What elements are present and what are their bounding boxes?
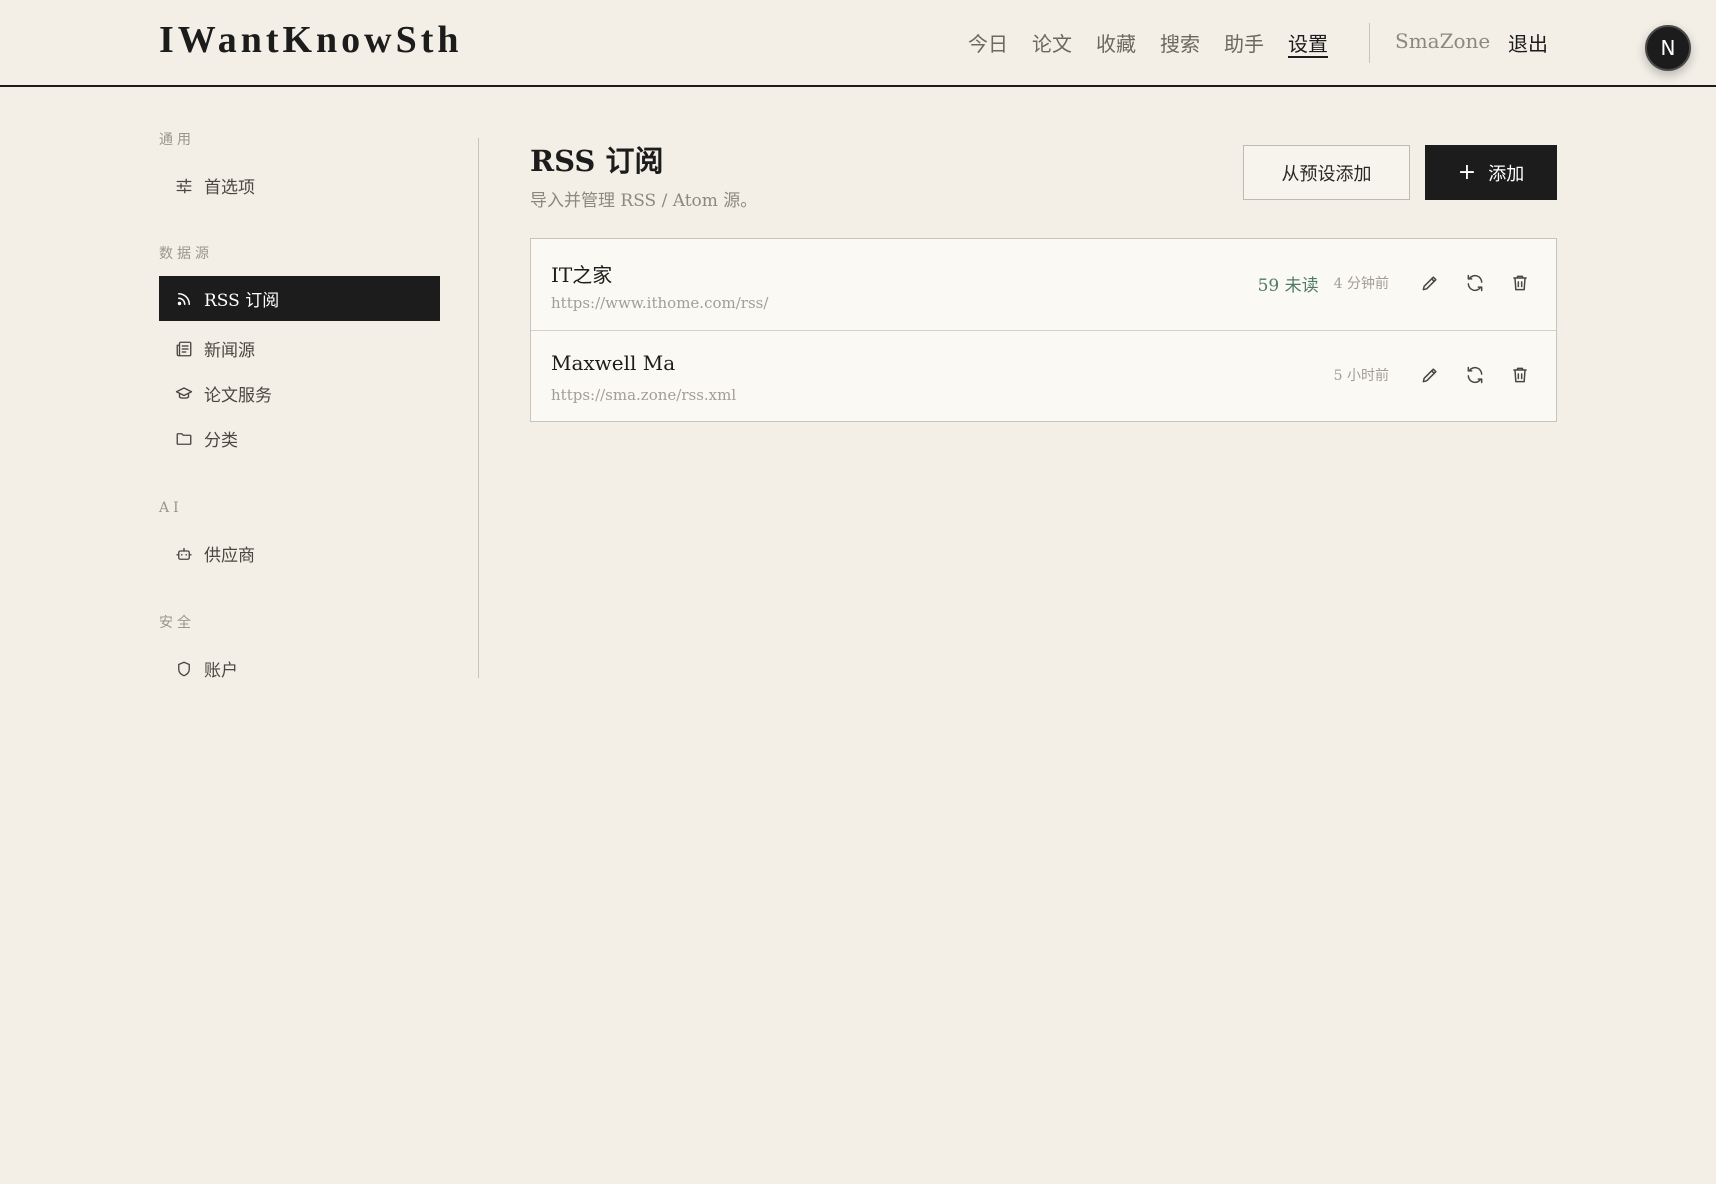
graduation-cap-icon bbox=[174, 384, 194, 404]
newspaper-icon bbox=[174, 339, 194, 359]
section-label-security: 安全 bbox=[159, 615, 195, 631]
top-nav: 今日 论文 收藏 搜索 助手 设置 bbox=[968, 28, 1352, 57]
section-label-datasources: 数据源 bbox=[159, 246, 213, 262]
sidebar-item-label: 账户 bbox=[204, 661, 238, 681]
shield-icon bbox=[174, 659, 194, 679]
settings-sidebar: 通用 首选项 数据源 RSS 订阅 新闻源 论文服务 分类 AI 供应商 安全 … bbox=[159, 130, 440, 691]
settings-page: IWantKnowSth 今日 论文 收藏 搜索 助手 设置 SmaZone 退… bbox=[0, 0, 1716, 1184]
feed-row[interactable]: Maxwell Ma https://sma.zone/rss.xml 5 小时… bbox=[531, 330, 1556, 421]
sidebar-item-label: 分类 bbox=[204, 431, 238, 451]
sidebar-item-papers[interactable]: 论文服务 bbox=[159, 371, 440, 416]
button-label: 添加 bbox=[1488, 163, 1525, 185]
trash-icon[interactable] bbox=[1504, 267, 1536, 299]
unread-count: 59 未读 bbox=[1257, 275, 1319, 296]
add-from-preset-button[interactable]: 从预设添加 bbox=[1243, 145, 1410, 200]
sidebar-item-label: 新闻源 bbox=[204, 341, 255, 361]
last-updated: 5 小时前 bbox=[1333, 368, 1389, 384]
feed-meta: 5 小时前 bbox=[1319, 359, 1536, 391]
feed-name: IT之家 bbox=[551, 263, 613, 287]
nav-today[interactable]: 今日 bbox=[968, 28, 1008, 57]
sidebar-item-rss[interactable]: RSS 订阅 bbox=[159, 276, 440, 321]
nav-divider bbox=[1369, 23, 1370, 63]
sidebar-item-label: RSS 订阅 bbox=[204, 291, 280, 311]
sidebar-item-label: 供应商 bbox=[204, 546, 255, 566]
button-label: 从预设添加 bbox=[1281, 163, 1372, 185]
feed-meta: 59 未读 4 分钟前 bbox=[1258, 267, 1536, 299]
feed-row[interactable]: IT之家 https://www.ithome.com/rss/ 59 未读 4… bbox=[531, 239, 1556, 330]
sidebar-item-label: 首选项 bbox=[204, 178, 255, 198]
current-user: SmaZone bbox=[1395, 29, 1491, 53]
page-title: RSS 订阅 bbox=[530, 144, 664, 178]
feed-url: https://sma.zone/rss.xml bbox=[551, 386, 737, 404]
last-updated: 4 分钟前 bbox=[1333, 276, 1389, 292]
pencil-icon[interactable] bbox=[1414, 359, 1446, 391]
rss-icon bbox=[174, 289, 194, 309]
bot-icon bbox=[174, 544, 194, 564]
pencil-icon[interactable] bbox=[1414, 267, 1446, 299]
sliders-icon bbox=[174, 176, 194, 196]
sidebar-item-news[interactable]: 新闻源 bbox=[159, 326, 440, 371]
trash-icon[interactable] bbox=[1504, 359, 1536, 391]
page-subtitle: 导入并管理 RSS / Atom 源。 bbox=[530, 191, 758, 211]
section-label-ai: AI bbox=[159, 500, 183, 516]
add-feed-button[interactable]: + 添加 bbox=[1425, 145, 1557, 200]
folder-icon bbox=[174, 429, 194, 449]
sidebar-item-label: 论文服务 bbox=[204, 386, 272, 406]
feed-name: Maxwell Ma bbox=[551, 351, 676, 375]
refresh-icon[interactable] bbox=[1459, 359, 1491, 391]
sidebar-item-categories[interactable]: 分类 bbox=[159, 416, 440, 461]
nav-settings[interactable]: 设置 bbox=[1288, 28, 1328, 57]
sidebar-item-preferences[interactable]: 首选项 bbox=[159, 163, 440, 208]
top-header: IWantKnowSth 今日 论文 收藏 搜索 助手 设置 SmaZone 退… bbox=[0, 0, 1716, 87]
plus-icon: + bbox=[1457, 159, 1477, 185]
nav-assistant[interactable]: 助手 bbox=[1224, 28, 1264, 57]
sidebar-item-providers[interactable]: 供应商 bbox=[159, 531, 440, 576]
avatar[interactable]: N bbox=[1645, 25, 1691, 71]
app-logo[interactable]: IWantKnowSth bbox=[159, 18, 463, 62]
nav-search[interactable]: 搜索 bbox=[1160, 28, 1200, 57]
section-label-general: 通用 bbox=[159, 132, 195, 148]
logout-link[interactable]: 退出 bbox=[1508, 28, 1548, 57]
sidebar-divider bbox=[478, 138, 479, 678]
nav-favorites[interactable]: 收藏 bbox=[1096, 28, 1136, 57]
nav-papers[interactable]: 论文 bbox=[1032, 28, 1072, 57]
refresh-icon[interactable] bbox=[1459, 267, 1491, 299]
feed-list: IT之家 https://www.ithome.com/rss/ 59 未读 4… bbox=[530, 238, 1557, 422]
feed-url: https://www.ithome.com/rss/ bbox=[551, 294, 769, 312]
sidebar-item-account[interactable]: 账户 bbox=[159, 646, 440, 691]
